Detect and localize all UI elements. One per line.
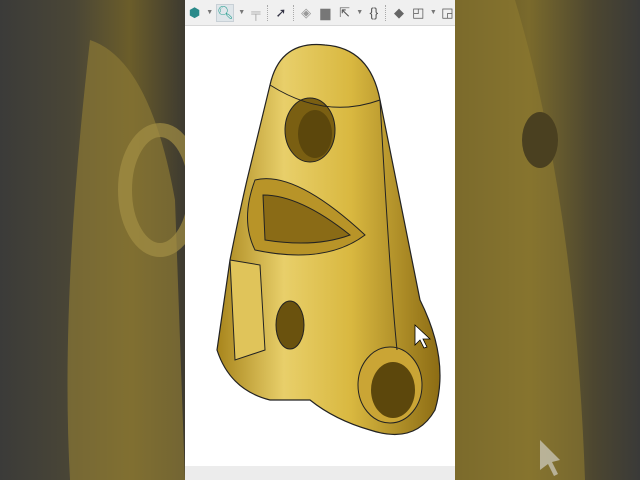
chevron-down-icon[interactable]: ▼ <box>206 9 213 16</box>
whats-wrong-icon[interactable]: ➚ <box>273 5 288 21</box>
zoom-icon[interactable]: 🔍︎ <box>216 3 235 22</box>
view-orientation-icon[interactable]: ⬢ <box>187 5 202 21</box>
folder-icon[interactable]: ▆ <box>318 5 333 21</box>
appearance-icon[interactable]: ◆ <box>391 5 406 21</box>
display-style-icon[interactable]: ◰ <box>411 5 426 21</box>
chevron-down-icon[interactable]: ▼ <box>356 9 363 16</box>
graphics-area[interactable]: ⬢ ▼ 🔍︎ ▼ ╤ ➚ ◈ ▆ ⇱ ▼ {} ◆ ◰ ▼ ◲ <box>185 0 455 480</box>
export-icon[interactable]: ⇱ <box>337 5 352 21</box>
separator <box>267 4 269 21</box>
blurred-background-right <box>455 0 640 480</box>
equations-icon[interactable]: {} <box>366 5 381 21</box>
3d-part-model[interactable] <box>185 30 455 450</box>
options-icon[interactable]: ◲ <box>440 5 455 21</box>
blurred-background-left <box>0 0 185 480</box>
heads-up-toolbar: ⬢ ▼ 🔍︎ ▼ ╤ ➚ ◈ ▆ ⇱ ▼ {} ◆ ◰ ▼ ◲ <box>185 0 455 26</box>
section-view-icon[interactable]: ╤ <box>248 5 263 21</box>
rebuild-icon[interactable]: ◈ <box>299 5 314 21</box>
separator <box>292 4 295 21</box>
chevron-down-icon[interactable]: ▼ <box>430 9 437 16</box>
separator <box>385 4 387 21</box>
status-strip <box>185 466 455 480</box>
chevron-down-icon[interactable]: ▼ <box>238 9 245 16</box>
